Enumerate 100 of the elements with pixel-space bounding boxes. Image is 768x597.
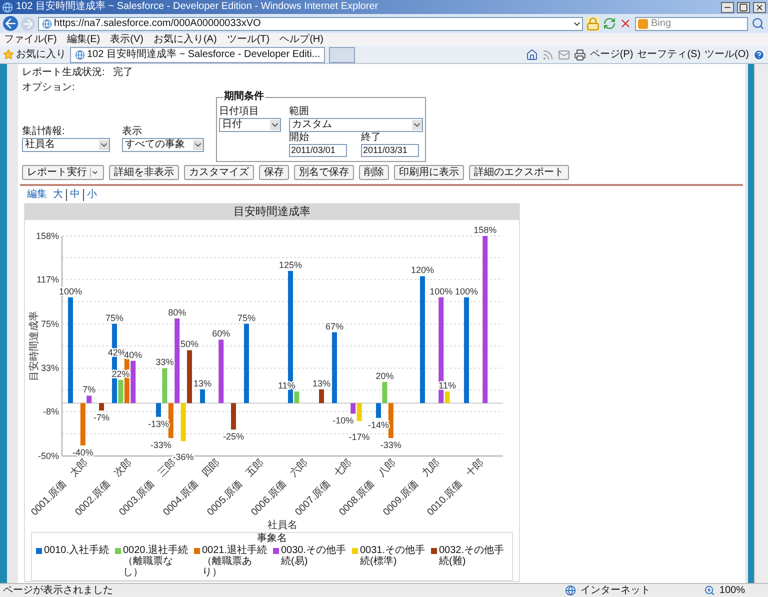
toolbar-button[interactable]: レポート実行 xyxy=(22,165,104,180)
maximize-icon[interactable] xyxy=(737,2,750,12)
menu-item[interactable]: ファイル(F) xyxy=(4,34,57,46)
toolbar-button[interactable]: 保存 xyxy=(259,165,289,180)
menu-item[interactable]: 編集(E) xyxy=(66,34,100,46)
toolbar-button[interactable]: 印刷用に表示 xyxy=(394,165,464,180)
status-value: 完了 xyxy=(112,67,133,79)
data-label: 60% xyxy=(212,328,230,339)
menu-item[interactable]: 表示(V) xyxy=(110,34,144,46)
data-label: 33% xyxy=(156,357,174,368)
command-menu[interactable]: セーフティ(S) xyxy=(637,48,701,60)
data-label: 13% xyxy=(194,378,212,388)
menu-item[interactable]: ヘルプ(H) xyxy=(280,34,324,46)
select-field[interactable]: カスタム xyxy=(289,118,423,132)
command-menu[interactable]: ページ(P) xyxy=(590,48,634,60)
address-field[interactable]: https://na7.salesforce.com/000A00000033xVO xyxy=(38,16,583,30)
page-icon xyxy=(42,18,52,28)
stop-icon[interactable] xyxy=(619,17,632,30)
feed-icon[interactable] xyxy=(542,48,554,60)
data-label: -10% xyxy=(332,416,354,426)
field-label: 表示 xyxy=(122,126,143,138)
toolbar-button[interactable]: 削除 xyxy=(359,165,389,180)
tick-label: 33% xyxy=(40,363,59,374)
favorites-button[interactable]: お気に入り xyxy=(3,48,66,60)
search-engine-icon xyxy=(638,18,648,28)
dropdown-arrow-icon xyxy=(270,120,280,130)
size-link[interactable]: 中 xyxy=(66,189,83,201)
data-label: -7% xyxy=(94,412,110,423)
browser-tab[interactable]: 102 目安時間達成率 ~ Salesforce - Developer Editi... xyxy=(70,46,326,62)
home-icon[interactable] xyxy=(526,48,538,60)
axis-title: 社員名 xyxy=(268,520,298,531)
zoom-icon[interactable] xyxy=(704,585,716,596)
globe-icon xyxy=(565,585,576,596)
tick-label: 158% xyxy=(36,231,59,241)
data-label: 50% xyxy=(180,339,198,350)
search-field[interactable]: Bing xyxy=(635,16,748,30)
legend-label: 0020.退社手続（離職票なし） xyxy=(123,545,190,578)
select-field[interactable]: 社員名 xyxy=(22,138,110,152)
axis-title: 目安時間達成率 xyxy=(29,311,40,381)
status-label: レポート生成状況: xyxy=(22,67,105,79)
data-label: 100% xyxy=(430,286,453,296)
data-label: 100% xyxy=(58,286,82,296)
close-icon[interactable] xyxy=(753,2,766,12)
data-label: 20% xyxy=(376,370,394,381)
zone-text: インターネット xyxy=(580,584,652,596)
bar xyxy=(200,389,205,404)
field-label: 集計情報: xyxy=(22,126,66,138)
field-label: 日付項目 xyxy=(219,106,260,118)
size-link[interactable]: 編集 xyxy=(24,189,50,201)
minimize-icon[interactable] xyxy=(721,2,734,12)
data-label: 22% xyxy=(112,368,130,379)
data-label: -36% xyxy=(172,452,194,462)
fieldset-legend: 期間条件 xyxy=(223,91,265,103)
select-field[interactable]: すべての事象 xyxy=(122,138,204,152)
toolbar-button[interactable]: 詳細のエクスポート xyxy=(469,165,569,180)
options-label: オプション: xyxy=(22,82,76,94)
tick-label: -8% xyxy=(42,406,59,417)
toolbar-button[interactable]: 詳細を非表示 xyxy=(109,165,179,180)
window-title: 102 目安時間達成率 ~ Salesforce - Developer Edition - Windows Internet Explorer xyxy=(16,1,380,13)
size-link[interactable]: 小 xyxy=(83,189,100,201)
data-label: 75% xyxy=(106,312,124,323)
search-icon[interactable] xyxy=(751,17,765,30)
refresh-icon[interactable] xyxy=(603,17,616,30)
data-label: 120% xyxy=(410,265,434,276)
start-date-field[interactable]: 2011/03/01 xyxy=(289,144,347,157)
field-label: 終了 xyxy=(361,132,382,144)
data-label: 80% xyxy=(168,308,186,318)
data-label: 67% xyxy=(326,321,344,332)
back-icon[interactable] xyxy=(3,16,18,31)
toolbar-button[interactable]: カスタマイズ xyxy=(184,165,254,180)
field-label: 開始 xyxy=(289,132,310,144)
bar xyxy=(99,403,104,411)
menu-item[interactable]: お気に入り(A) xyxy=(153,34,217,46)
data-label: -40% xyxy=(72,447,94,458)
command-menu[interactable]: ツール(O) xyxy=(704,48,749,60)
tick-label: 75% xyxy=(40,318,59,329)
data-label: -33% xyxy=(150,440,172,450)
chart-title: 目安時間達成率 xyxy=(25,204,519,220)
legend-label: 0031.その他手続(標準) xyxy=(360,545,426,567)
legend-label: 0021.退社手続（離職票あり） xyxy=(202,545,268,578)
zoom-level[interactable]: 100% xyxy=(719,584,765,596)
size-link[interactable]: 大 xyxy=(50,189,66,201)
end-date-field[interactable]: 2011/03/31 xyxy=(361,144,419,157)
bar xyxy=(319,389,324,404)
page-icon xyxy=(75,50,85,60)
bar xyxy=(332,332,337,404)
status-text: ページが表示されました xyxy=(3,584,114,596)
select-field[interactable]: 日付 xyxy=(219,118,281,132)
data-label: 7% xyxy=(82,384,96,395)
data-label: 125% xyxy=(278,260,302,270)
toolbar-button[interactable]: 別名で保存 xyxy=(294,165,354,180)
help-icon[interactable] xyxy=(753,48,765,60)
caret-icon xyxy=(90,168,99,177)
dropdown-arrow-icon xyxy=(99,140,109,150)
print-icon[interactable] xyxy=(574,48,586,60)
star-icon xyxy=(3,49,14,60)
scrollbar[interactable] xyxy=(754,64,768,583)
legend-label: 0010.入社手続 xyxy=(44,545,110,556)
menu-item[interactable]: ツール(T) xyxy=(226,34,270,46)
data-label: -17% xyxy=(348,432,370,442)
